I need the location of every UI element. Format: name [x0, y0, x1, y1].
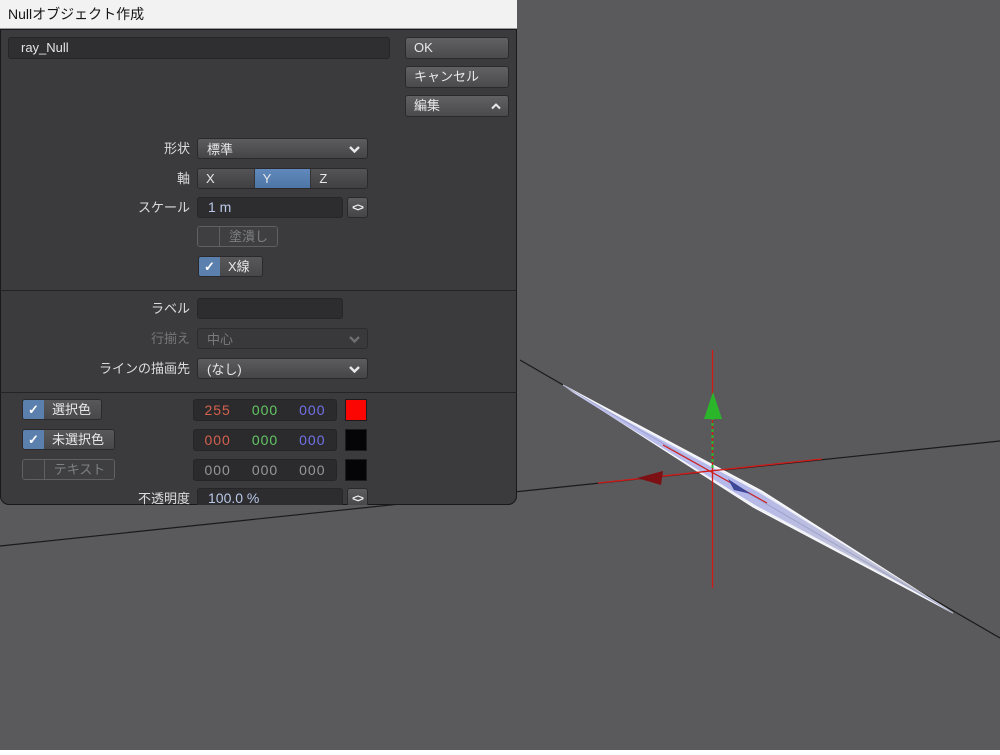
text-color-rgb-field: 000 000 000	[193, 459, 337, 481]
null-object-dialog: Nullオブジェクト作成 ray_Null OK キャンセル 編集 形状 標準 …	[0, 0, 517, 505]
linedraw-dropdown[interactable]: (なし)	[197, 358, 368, 379]
dialog-body: ray_Null OK キャンセル 編集 形状 標準 軸 X Y Z	[0, 29, 517, 505]
align-label: 行揃え	[0, 328, 190, 349]
chevron-down-icon	[349, 145, 360, 153]
linedraw-label: ラインの描画先	[0, 358, 190, 379]
ok-button[interactable]: OK	[405, 37, 509, 59]
shape-label: 形状	[0, 138, 190, 159]
dialog-titlebar[interactable]: Nullオブジェクト作成	[0, 0, 517, 29]
selected-color-label: 選択色	[44, 400, 101, 419]
rgb-green-value: 000	[241, 460, 288, 480]
ray-object-ridge	[563, 385, 953, 613]
scale-label: スケール	[0, 197, 190, 218]
selected-color-swatch[interactable]	[345, 399, 367, 421]
axis-label: 軸	[0, 168, 190, 189]
checkbox-box	[23, 460, 45, 479]
checkbox-box	[198, 227, 220, 246]
chevron-down-icon	[349, 365, 360, 373]
axis-option-y[interactable]: Y	[255, 169, 312, 188]
label-input[interactable]	[197, 298, 343, 319]
scale-input[interactable]: 1 m	[197, 197, 343, 218]
axis-option-x[interactable]: X	[198, 169, 255, 188]
y-axis-arrow-icon	[704, 392, 722, 419]
label-field-label: ラベル	[0, 298, 190, 319]
selected-color-checkbox[interactable]: ✓ 選択色	[22, 399, 102, 420]
dialog-title: Nullオブジェクト作成	[8, 4, 144, 24]
rgb-red-value[interactable]: 000	[194, 430, 241, 450]
check-icon: ✓	[199, 257, 220, 276]
scale-stepper[interactable]: <>	[347, 197, 368, 218]
check-icon: ✓	[23, 400, 44, 419]
text-color-swatch	[345, 459, 367, 481]
align-dropdown: 中心	[197, 328, 368, 349]
unselected-color-checkbox[interactable]: ✓ 未選択色	[22, 429, 115, 450]
x-axis-arrow-icon	[637, 471, 663, 485]
rgb-blue-value: 000	[289, 460, 336, 480]
rgb-blue-value[interactable]: 000	[289, 400, 336, 420]
text-color-label: テキスト色	[45, 460, 114, 479]
unselected-color-label: 未選択色	[44, 430, 114, 449]
unselected-color-rgb-field[interactable]: 000 000 000	[193, 429, 337, 451]
opacity-input[interactable]: 100.0 %	[197, 488, 343, 505]
edit-button[interactable]: 編集	[405, 95, 509, 117]
opacity-label: 不透明度	[0, 488, 190, 505]
axis-segmented-control: X Y Z	[197, 168, 368, 189]
opacity-stepper[interactable]: <>	[347, 488, 368, 505]
stepper-icon: <>	[352, 202, 363, 214]
divider	[0, 290, 517, 291]
chevron-down-icon	[349, 335, 360, 343]
chevron-up-icon	[491, 103, 501, 110]
xray-checkbox[interactable]: ✓ X線	[198, 256, 263, 277]
null-name-input[interactable]: ray_Null	[8, 37, 390, 59]
stepper-icon: <>	[352, 493, 363, 505]
rgb-blue-value[interactable]: 000	[289, 430, 336, 450]
xray-label: X線	[220, 257, 262, 276]
selected-color-rgb-field[interactable]: 255 000 000	[193, 399, 337, 421]
rgb-green-value[interactable]: 000	[241, 430, 288, 450]
shape-dropdown[interactable]: 標準	[197, 138, 368, 159]
rgb-green-value[interactable]: 000	[241, 400, 288, 420]
fill-checkbox: 塗潰し	[197, 226, 278, 247]
cancel-button[interactable]: キャンセル	[405, 66, 509, 88]
divider	[0, 392, 517, 393]
text-color-checkbox: テキスト色	[22, 459, 115, 480]
unselected-color-swatch[interactable]	[345, 429, 367, 451]
rgb-red-value: 000	[194, 460, 241, 480]
check-icon: ✓	[23, 430, 44, 449]
fill-label: 塗潰し	[220, 227, 277, 246]
rgb-red-value[interactable]: 255	[194, 400, 241, 420]
axis-option-z[interactable]: Z	[311, 169, 367, 188]
